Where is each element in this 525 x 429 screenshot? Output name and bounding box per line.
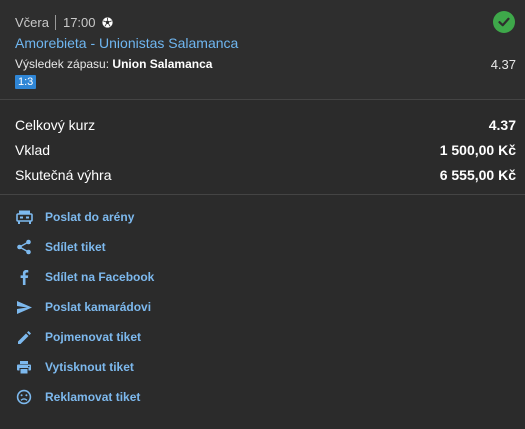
- rename-ticket-label: Pojmenovat tiket: [45, 330, 142, 344]
- selection-odd: 4.37: [490, 56, 516, 72]
- market-label: Výsledek zápasu:: [15, 57, 110, 71]
- event-date: Včera: [15, 14, 49, 30]
- event-meta: Včera 17:00: [15, 14, 113, 30]
- actual-win-value: 6 555,00 Kč: [439, 167, 516, 183]
- complain-ticket-button[interactable]: Reklamovat tiket: [15, 385, 315, 409]
- stake-value: 1 500,00 Kč: [439, 142, 516, 158]
- check-circle-icon: [493, 11, 515, 33]
- event-time: 17:00: [62, 14, 96, 30]
- selection-text: Výsledek zápasu: Union Salamanca: [15, 57, 212, 71]
- send-icon: [15, 298, 33, 316]
- stake-label: Vklad: [15, 142, 51, 158]
- facebook-icon: [15, 268, 33, 286]
- soccer-ball-icon: [101, 16, 113, 28]
- pencil-icon: [15, 328, 33, 346]
- sad-face-icon: [15, 388, 33, 406]
- share-facebook-label: Sdílet na Facebook: [45, 270, 155, 284]
- total-odds-value: 4.37: [488, 117, 516, 133]
- divider: [0, 194, 525, 195]
- selection-row: Výsledek zápasu: Union Salamanca 4.37: [15, 56, 516, 72]
- total-odds-label: Celkový kurz: [15, 117, 96, 133]
- printer-icon: [15, 358, 33, 376]
- summary-actual-win: Skutečná výhra 6 555,00 Kč: [15, 165, 516, 185]
- share-ticket-button[interactable]: Sdílet tiket: [15, 235, 315, 259]
- send-to-friend-label: Poslat kamarádovi: [45, 300, 152, 314]
- ticket-header: Včera 17:00 Amorebieta - Unionistas Sala…: [0, 0, 525, 99]
- share-facebook-button[interactable]: Sdílet na Facebook: [15, 265, 315, 289]
- match-link[interactable]: Amorebieta - Unionistas Salamanca: [15, 35, 238, 51]
- rename-ticket-button[interactable]: Pojmenovat tiket: [15, 325, 315, 349]
- divider: [0, 99, 525, 100]
- print-ticket-button[interactable]: Vytisknout tiket: [15, 355, 315, 379]
- share-ticket-label: Sdílet tiket: [45, 240, 106, 254]
- print-ticket-label: Vytisknout tiket: [45, 360, 134, 374]
- send-to-arena-button[interactable]: Poslat do arény: [15, 205, 315, 229]
- complain-ticket-label: Reklamovat tiket: [45, 390, 141, 404]
- send-to-friend-button[interactable]: Poslat kamarádovi: [15, 295, 315, 319]
- meta-divider: [54, 14, 56, 30]
- selection-name: Union Salamanca: [112, 57, 213, 71]
- share-icon: [15, 238, 33, 256]
- summary-stake: Vklad 1 500,00 Kč: [15, 140, 516, 160]
- send-to-arena-label: Poslat do arény: [45, 210, 135, 224]
- actual-win-label: Skutečná výhra: [15, 167, 112, 183]
- arena-icon: [15, 208, 33, 226]
- score-badge: 1:3: [15, 75, 37, 89]
- summary-total-odds: Celkový kurz 4.37: [15, 115, 516, 135]
